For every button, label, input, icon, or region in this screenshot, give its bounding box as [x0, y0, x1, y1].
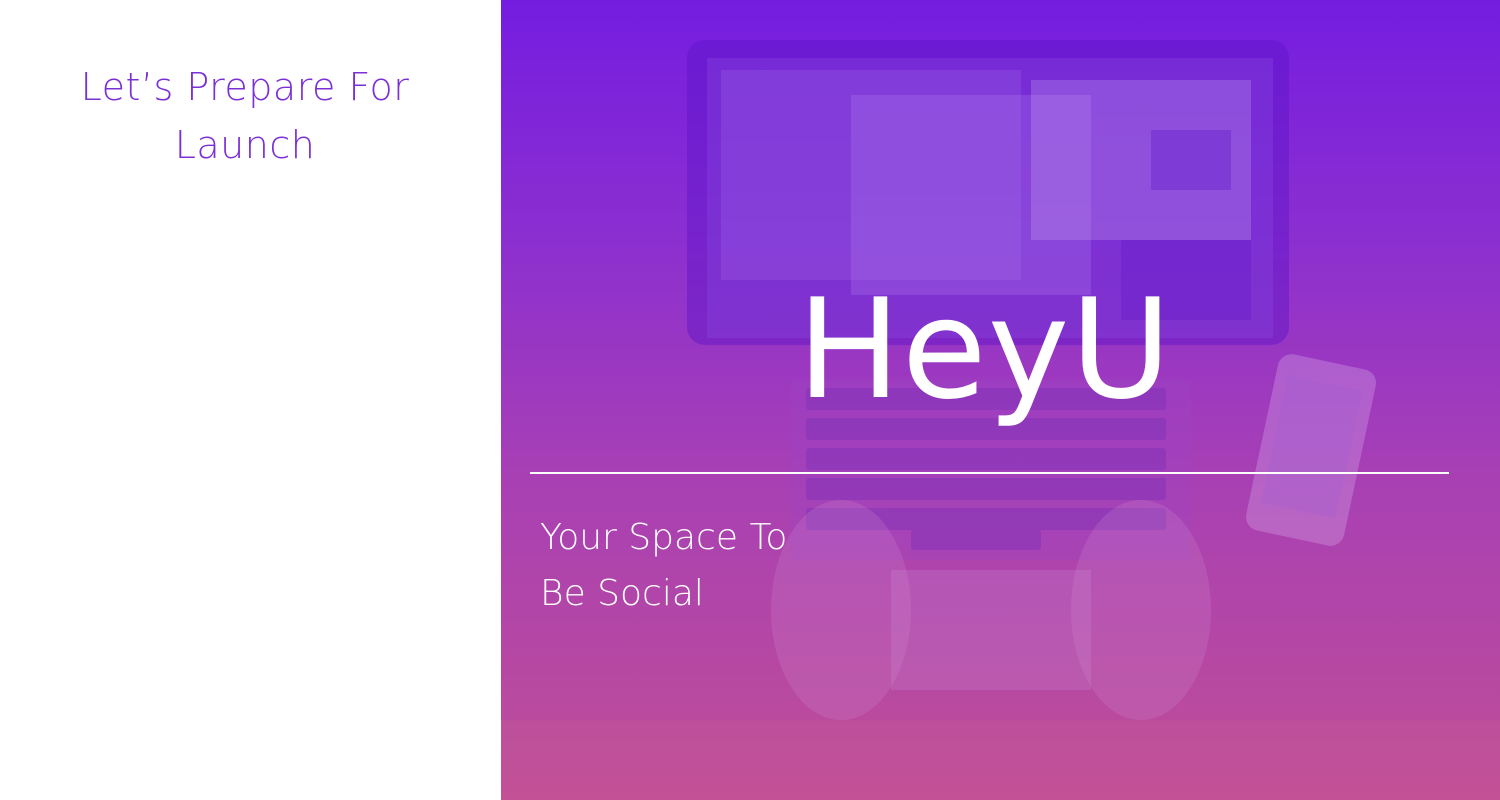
- brand-name: HeyU: [797, 269, 1173, 430]
- hero-panel: HeyU Your Space To Be Social: [501, 0, 1500, 800]
- divider-line: [530, 472, 1449, 474]
- tagline-line-1: Your Space To: [540, 517, 788, 558]
- left-title-line-2: Launch: [174, 123, 316, 167]
- title-slide: Let’s Prepare For Launch HeyU Your Space…: [0, 0, 1500, 800]
- tagline: Your Space To Be Social: [540, 510, 787, 622]
- left-title: Let’s Prepare For Launch: [0, 58, 490, 174]
- tagline-line-2: Be Social: [540, 573, 704, 614]
- left-title-line-1: Let’s Prepare For: [80, 65, 410, 109]
- left-panel: Let’s Prepare For Launch: [0, 0, 501, 800]
